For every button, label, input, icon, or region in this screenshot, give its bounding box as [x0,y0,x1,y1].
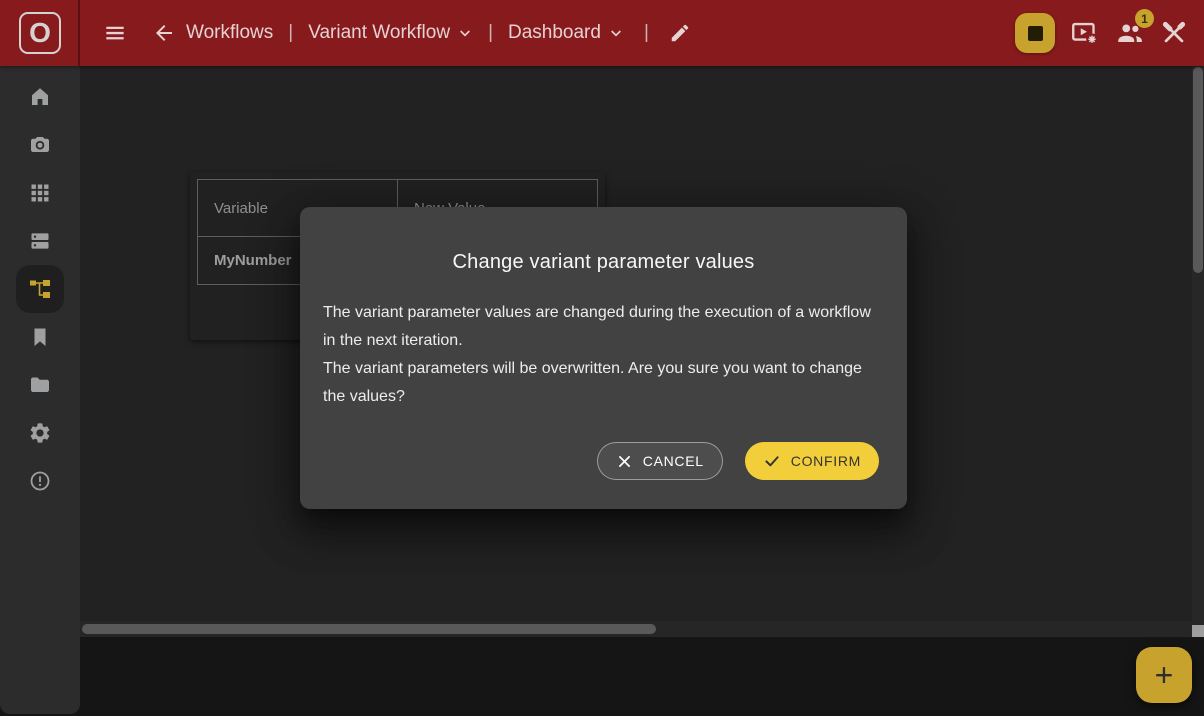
horizontal-scrollbar-thumb[interactable] [82,624,656,634]
stop-square-icon [1028,26,1043,41]
logo-section: O [0,0,80,66]
users-count-badge: 1 [1135,9,1154,28]
app-root: O Workflows | Variant Workflow [0,0,1204,716]
check-icon [763,452,781,470]
back-button[interactable] [152,21,176,45]
stop-workflow-button[interactable] [1015,13,1055,53]
cancel-button[interactable]: CANCEL [597,442,723,480]
cancel-button-label: CANCEL [643,453,704,469]
close-icon [616,453,633,470]
sidebar-item-cameras[interactable] [16,121,64,169]
change-variant-dialog: Change variant parameter values The vari… [300,207,907,509]
grid-icon [28,181,52,205]
sidebar-item-workflows[interactable] [16,265,64,313]
chevron-down-icon [608,25,624,41]
pencil-icon [669,22,691,44]
scrollbar-corner [1192,625,1204,637]
sidebar-item-apps[interactable] [16,169,64,217]
crossed-tools-icon [1160,19,1188,47]
horizontal-scrollbar-track[interactable] [80,621,1192,637]
sidebar-item-alerts[interactable] [16,457,64,505]
sidebar-item-bookmarks[interactable] [16,313,64,361]
error-icon [28,469,52,493]
confirm-button[interactable]: CONFIRM [745,442,879,480]
gear-icon [28,421,52,445]
menu-button[interactable] [102,20,128,46]
dialog-body-line-2: The variant parameters will be overwritt… [323,355,884,411]
sidebar-item-home[interactable] [16,73,64,121]
breadcrumb-workflows[interactable]: Workflows [186,22,273,44]
dialog-body: The variant parameter values are changed… [323,299,884,411]
app-logo[interactable]: O [19,12,61,54]
edit-dashboard-button[interactable] [669,22,691,44]
bookmark-icon [28,325,52,349]
confirm-button-label: CONFIRM [791,453,861,469]
dialog-title: Change variant parameter values [323,251,884,274]
add-button[interactable]: + [1136,647,1192,703]
sidebar-item-files[interactable] [16,361,64,409]
vertical-scrollbar-thumb[interactable] [1193,67,1203,273]
video-settings-icon [1070,18,1100,48]
vertical-scrollbar-track[interactable] [1192,66,1204,625]
sidebar [0,66,80,714]
dialog-body-line-1: The variant parameter values are changed… [323,299,884,355]
camera-icon [28,133,52,157]
chevron-down-icon [457,25,473,41]
breadcrumb-separator: | [273,22,308,44]
workflow-selector-label: Variant Workflow [308,22,450,44]
breadcrumb: Workflows | Variant Workflow | Dashboard… [102,20,691,46]
dashboard-selector[interactable]: Dashboard [508,22,624,44]
execution-settings-button[interactable] [1070,18,1100,48]
dialog-actions: CANCEL CONFIRM [597,442,879,480]
users-button[interactable]: 1 [1115,18,1145,48]
server-icon [28,229,52,253]
workflow-tree-icon [28,277,52,301]
top-bar: O Workflows | Variant Workflow [0,0,1204,66]
top-bar-actions: 1 [1015,13,1188,53]
dashboard-selector-label: Dashboard [508,22,601,44]
breadcrumb-separator: | [624,22,669,44]
logo-letter: O [29,17,51,49]
bottom-panel: + [80,637,1204,716]
sidebar-item-devices[interactable] [16,217,64,265]
hamburger-icon [102,20,128,46]
folder-icon [28,373,52,397]
sidebar-item-settings[interactable] [16,409,64,457]
tools-button[interactable] [1160,19,1188,47]
breadcrumb-separator: | [473,22,508,44]
plus-icon: + [1155,659,1174,691]
home-icon [28,85,52,109]
workflow-selector[interactable]: Variant Workflow [308,22,473,44]
arrow-back-icon [152,21,176,45]
